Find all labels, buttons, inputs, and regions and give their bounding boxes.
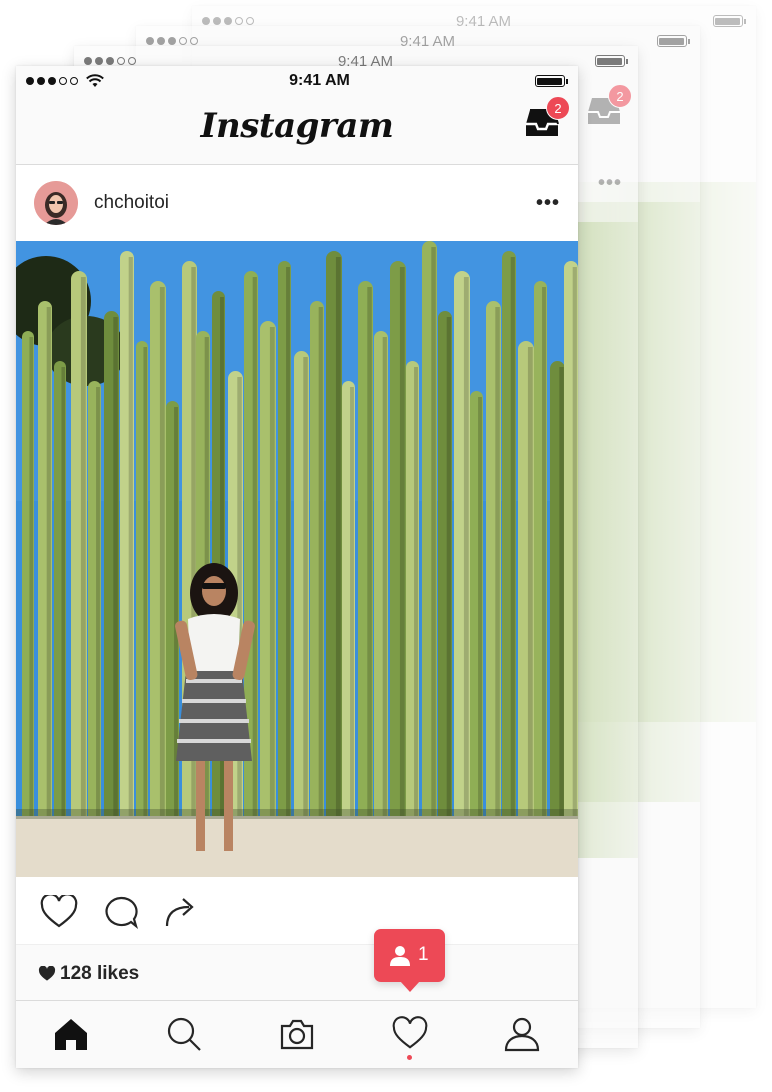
- signal-icon: [202, 17, 254, 25]
- signal-icon: [146, 37, 198, 45]
- activity-heart-icon: [392, 1016, 428, 1049]
- signal-icon: [26, 74, 104, 88]
- comment-icon[interactable]: [102, 895, 140, 930]
- post-username[interactable]: chchoitoi: [94, 192, 169, 214]
- status-time: 9:41 AM: [289, 72, 350, 89]
- more-options-icon[interactable]: •••: [536, 192, 560, 215]
- tab-activity[interactable]: [392, 1016, 428, 1052]
- inbox-badge: 2: [608, 84, 632, 108]
- active-tab-indicator: [407, 1055, 412, 1060]
- status-bar: 9:41 AM: [16, 66, 578, 96]
- battery-icon: [534, 75, 568, 87]
- battery-icon: [594, 55, 628, 67]
- signal-icon: [84, 57, 136, 65]
- post-photo[interactable]: [16, 241, 578, 883]
- follow-notification[interactable]: 1: [374, 929, 445, 992]
- inbox-icon[interactable]: 2: [524, 96, 570, 140]
- likes-label: 128 likes: [60, 963, 140, 984]
- notification-count: 1: [418, 944, 429, 965]
- profile-icon: [504, 1017, 540, 1052]
- home-icon: [55, 1019, 87, 1050]
- person-icon: [390, 946, 410, 966]
- heart-icon[interactable]: [40, 893, 78, 929]
- tab-camera[interactable]: [279, 1016, 315, 1052]
- notification-pointer: [400, 981, 420, 992]
- inbox-icon: 2: [586, 84, 632, 128]
- battery-icon: [656, 35, 690, 47]
- more-options-icon: •••: [597, 172, 622, 194]
- share-icon[interactable]: [163, 895, 201, 929]
- post-header: chchoitoi •••: [16, 165, 578, 241]
- tab-profile[interactable]: [504, 1016, 540, 1052]
- post-actions: [16, 877, 578, 945]
- likes-count[interactable]: 128 likes: [38, 963, 139, 985]
- tab-search[interactable]: [166, 1016, 202, 1052]
- search-icon: [167, 1017, 201, 1051]
- instagram-logo: Instagram: [200, 106, 394, 146]
- battery-icon: [712, 15, 746, 27]
- avatar[interactable]: [34, 181, 78, 225]
- main-phone: 9:41 AM Instagram 2 chchoitoi ••• 128 li…: [16, 66, 578, 1068]
- camera-icon: [280, 1019, 314, 1050]
- inbox-badge: 2: [546, 96, 570, 120]
- tab-home[interactable]: [53, 1016, 89, 1052]
- tab-bar: [16, 1000, 578, 1068]
- app-header: Instagram 2: [16, 96, 578, 165]
- likes-heart-icon: [38, 966, 56, 981]
